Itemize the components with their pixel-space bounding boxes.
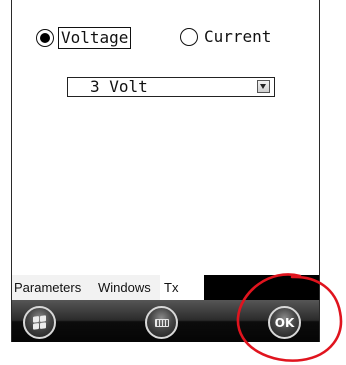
voltage-radio-label: Voltage <box>58 27 132 49</box>
app-window: Voltage Current 3 Volt Parameters Window… <box>11 0 320 342</box>
ok-button-label: OK <box>274 315 295 330</box>
tab-tx[interactable]: Tx <box>160 275 204 300</box>
tab-parameters[interactable]: Parameters <box>12 275 96 300</box>
range-dropdown-value: 3 Volt <box>90 77 148 96</box>
current-radio[interactable]: Current <box>180 27 273 47</box>
windows-logo-icon <box>33 315 46 330</box>
voltage-radio[interactable]: Voltage <box>36 27 132 49</box>
radio-unselected-icon <box>180 28 198 46</box>
radio-selected-icon <box>36 29 54 47</box>
start-button[interactable] <box>23 306 56 339</box>
tab-bar: Parameters Windows Tx <box>12 275 319 300</box>
dropdown-arrow-icon[interactable] <box>257 80 270 93</box>
keyboard-button[interactable] <box>145 306 178 339</box>
tab-windows[interactable]: Windows <box>96 275 168 300</box>
softkey-bar: OK <box>12 300 319 342</box>
ok-button[interactable]: OK <box>268 306 301 339</box>
current-radio-label: Current <box>204 27 272 46</box>
keyboard-icon <box>154 318 169 327</box>
range-dropdown[interactable]: 3 Volt <box>67 77 275 97</box>
